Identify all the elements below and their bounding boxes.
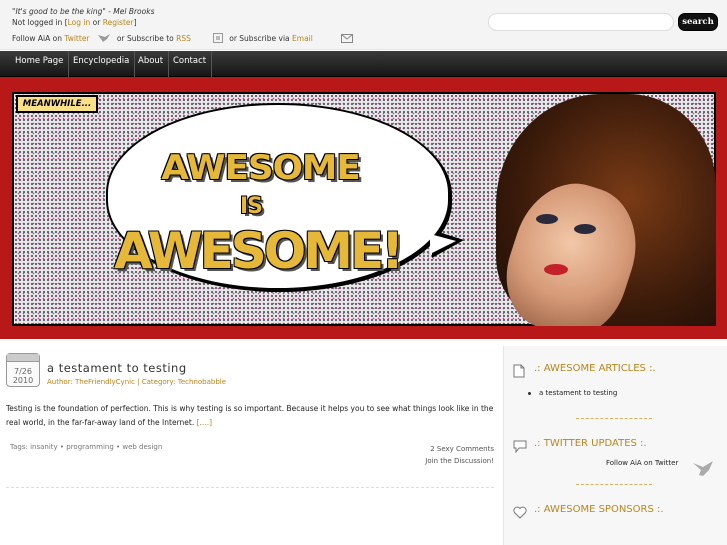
eye-left (536, 214, 558, 224)
banner-word-is: IS (240, 194, 263, 219)
nav-home-page[interactable]: Home Page (10, 51, 70, 77)
main-nav: Home Page Encyclopedia About Contact (0, 51, 727, 77)
rss-prefix: or Subscribe to (116, 34, 177, 43)
join-discussion-link[interactable]: Join the Discussion! (425, 455, 494, 467)
follow-prefix: Follow AiA on (12, 34, 65, 43)
follow-on-twitter-link[interactable]: Follow AiA on Twitter (606, 459, 678, 467)
sidebar-divider (576, 418, 652, 419)
heart-icon (513, 504, 527, 523)
rss-link[interactable]: RSS (176, 34, 191, 43)
login-prefix: Not logged in [ (12, 18, 68, 27)
email-link[interactable]: Email (292, 34, 313, 43)
comments-link[interactable]: 2 Sexy Comments (425, 443, 494, 455)
speech-bubble-icon (513, 438, 527, 457)
top-bar: "It's good to be the king" - Mel Brooks … (0, 0, 727, 50)
post-tags[interactable]: Tags: insanity • programming • web desig… (10, 443, 162, 451)
eye-right (574, 224, 596, 234)
sidebar-divider (576, 484, 652, 485)
banner-word-awesome-2: AWESOME! (114, 222, 404, 280)
log-in-link[interactable]: Log in (68, 18, 91, 27)
comic-woman-illustration (478, 92, 716, 326)
login-or: or (90, 18, 103, 27)
post-body: Testing is the foundation of perfection.… (6, 402, 494, 430)
document-icon (513, 363, 525, 382)
follow-line: Follow AiA on Twitter or Subscribe to RS… (12, 33, 359, 45)
nav-about[interactable]: About (133, 51, 170, 77)
site-quote: "It's good to be the king" - Mel Brooks (12, 7, 155, 16)
rss-icon (213, 33, 224, 45)
email-prefix: or Subscribe via (229, 34, 293, 43)
read-more-link[interactable]: [....] (197, 418, 212, 427)
search-input[interactable] (488, 13, 674, 31)
twitter-link[interactable]: Twitter (64, 34, 89, 43)
speech-bubble-tail (430, 234, 456, 254)
post-meta[interactable]: Author: TheFriendlyCynic | Category: Tec… (47, 378, 226, 386)
nav-contact[interactable]: Contact (168, 51, 213, 77)
register-link[interactable]: Register (103, 18, 134, 27)
login-status: Not logged in [Log in or Register] (12, 18, 137, 27)
post-body-text: Testing is the foundation of perfection.… (6, 404, 494, 427)
twitter-bird-icon (691, 459, 715, 483)
login-suffix: ] (133, 18, 137, 27)
banner-word-awesome-1: AWESOME (161, 148, 360, 188)
article-list-item[interactable]: a testament to testing (528, 389, 617, 397)
bird-icon (97, 33, 111, 45)
awesome-sponsors-heading: .: AWESOME SPONSORS :. (534, 504, 664, 515)
post-divider (6, 487, 494, 488)
post-date-day: 7/26 (14, 367, 32, 376)
calendar-rings (7, 354, 39, 362)
post-date-year: 2010 (12, 376, 34, 385)
sidebar: .: AWESOME ARTICLES :. a testament to te… (503, 346, 727, 545)
twitter-updates-heading: .: TWITTER UPDATES :. (534, 438, 647, 449)
lips-shape (544, 264, 568, 275)
post-comments: 2 Sexy Comments Join the Discussion! (425, 443, 494, 467)
comic-caption-box: MEANWHILE... (16, 95, 98, 113)
search-button[interactable]: search (678, 13, 718, 31)
post-date-calendar: 7/26 2010 (6, 353, 40, 387)
post-title-link[interactable]: a testament to testing (47, 361, 187, 375)
awesome-articles-heading: .: AWESOME ARTICLES :. (534, 363, 656, 374)
nav-encyclopedia[interactable]: Encyclopedia (68, 51, 136, 77)
envelope-icon (341, 33, 354, 45)
